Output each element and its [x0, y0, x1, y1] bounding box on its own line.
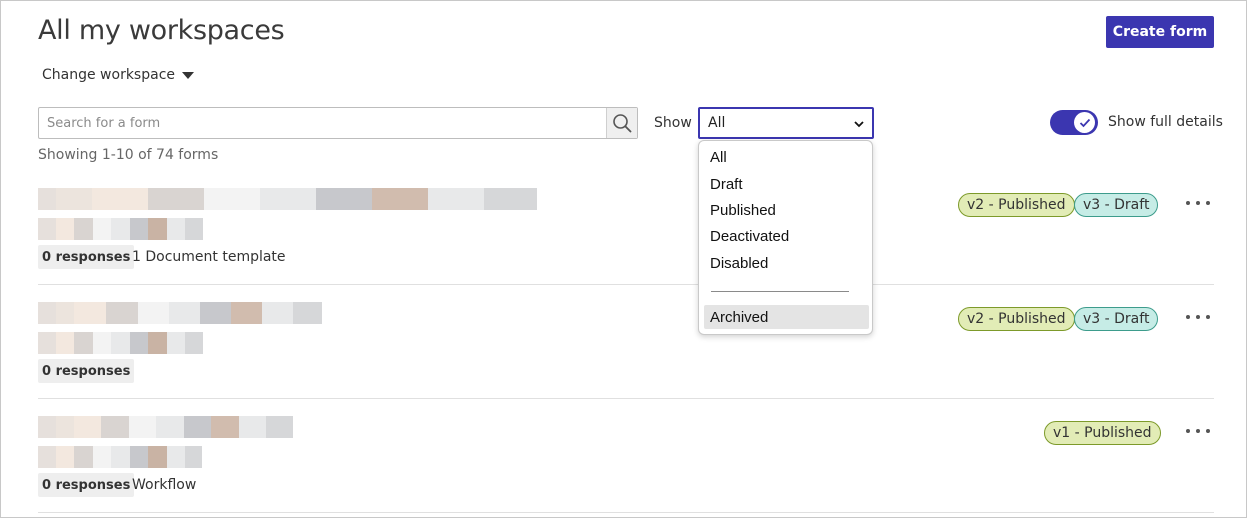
- app-window: All my workspaces Change workspace Creat…: [0, 0, 1247, 518]
- form-extra-info: 1 Document template: [132, 249, 286, 265]
- results-summary: Showing 1-10 of 74 forms: [38, 147, 219, 163]
- version-badge-published[interactable]: v2 - Published: [958, 307, 1075, 331]
- search-box: [38, 107, 638, 139]
- show-filter-value: All: [708, 115, 726, 131]
- form-title-redacted: [38, 416, 293, 438]
- check-icon: [1079, 118, 1090, 127]
- responses-count: 0 responses: [38, 245, 135, 269]
- more-options-icon[interactable]: [1186, 424, 1210, 438]
- caret-down-icon: [182, 71, 194, 79]
- version-badge-published[interactable]: v2 - Published: [958, 193, 1075, 217]
- form-subtitle-redacted: [38, 332, 203, 354]
- responses-count: 0 responses: [38, 473, 135, 497]
- form-row[interactable]: 0 responses Workflow v1 - Published: [38, 399, 1214, 513]
- dropdown-option-disabled[interactable]: Disabled: [704, 251, 869, 275]
- change-workspace-button[interactable]: Change workspace: [42, 67, 194, 83]
- show-full-details-toggle[interactable]: [1050, 110, 1098, 135]
- dropdown-option-draft[interactable]: Draft: [704, 172, 869, 196]
- toggle-knob: [1074, 112, 1095, 133]
- more-options-icon[interactable]: [1186, 310, 1210, 324]
- form-row[interactable]: 0 responses 1 Document template v2 - Pub…: [38, 171, 1214, 285]
- responses-count: 0 responses: [38, 359, 135, 383]
- dropdown-separator: [711, 291, 849, 292]
- form-row[interactable]: 0 responses v2 - Published v3 - Draft: [38, 285, 1214, 399]
- form-subtitle-redacted: [38, 218, 203, 240]
- dropdown-option-deactivated[interactable]: Deactivated: [704, 224, 869, 248]
- form-title-redacted: [38, 302, 322, 324]
- page-title: All my workspaces: [38, 15, 285, 46]
- dropdown-option-archived[interactable]: Archived: [704, 305, 869, 329]
- search-input[interactable]: [39, 108, 607, 138]
- form-title-redacted: [38, 188, 537, 210]
- dropdown-option-published[interactable]: Published: [704, 198, 869, 222]
- search-button[interactable]: [606, 108, 637, 138]
- change-workspace-label: Change workspace: [42, 67, 175, 83]
- version-badge-draft[interactable]: v3 - Draft: [1074, 193, 1159, 217]
- chevron-down-icon: [854, 121, 864, 128]
- show-full-details-label: Show full details: [1108, 114, 1223, 130]
- show-filter-label: Show: [654, 115, 692, 131]
- dropdown-option-all[interactable]: All: [704, 145, 869, 169]
- form-extra-info: Workflow: [132, 477, 197, 493]
- more-options-icon[interactable]: [1186, 196, 1210, 210]
- version-badge-draft[interactable]: v3 - Draft: [1074, 307, 1159, 331]
- create-form-button[interactable]: Create form: [1106, 16, 1214, 48]
- version-badge-published[interactable]: v1 - Published: [1044, 421, 1161, 445]
- form-subtitle-redacted: [38, 446, 202, 468]
- show-filter-dropdown: All Draft Published Deactivated Disabled…: [698, 140, 873, 335]
- search-icon: [613, 114, 632, 133]
- show-filter-select[interactable]: All: [698, 107, 874, 139]
